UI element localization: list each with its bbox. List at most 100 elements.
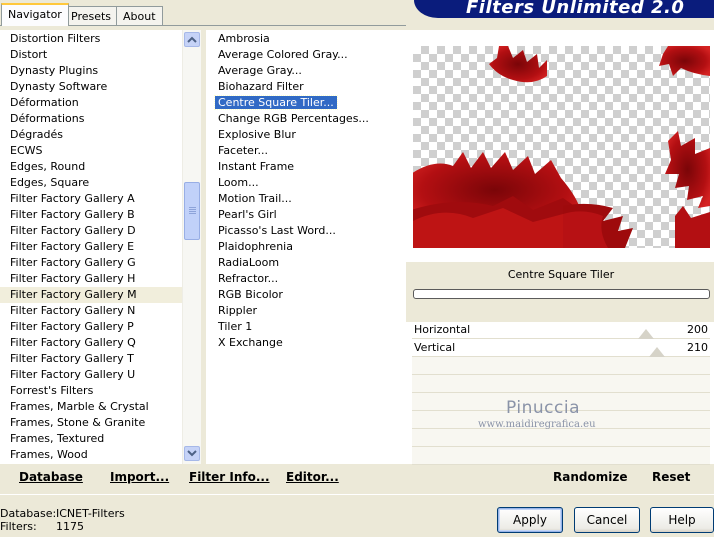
- category-item[interactable]: Filter Factory Gallery E: [0, 239, 182, 255]
- filter-item-label: X Exchange: [218, 336, 283, 349]
- filter-item[interactable]: X Exchange: [215, 335, 406, 351]
- watermark-site: www.maidiregrafica.eu: [478, 419, 596, 430]
- param-value: 210: [687, 341, 708, 354]
- status-database-label: Database:: [0, 507, 57, 520]
- filter-item[interactable]: Instant Frame: [215, 159, 406, 175]
- filter-info-button[interactable]: Filter Info...: [189, 470, 270, 484]
- chevron-down-icon: [187, 450, 197, 457]
- category-item[interactable]: Filter Factory Gallery N: [0, 303, 182, 319]
- category-item[interactable]: Forrest's Filters: [0, 383, 182, 399]
- tab-about[interactable]: About: [116, 6, 163, 25]
- status-database-value: ICNET-Filters: [56, 507, 125, 520]
- randomize-button[interactable]: Randomize: [553, 470, 627, 484]
- param-label: Vertical: [414, 341, 456, 354]
- category-item[interactable]: Filter Factory Gallery B: [0, 207, 182, 223]
- filter-item-label: Loom...: [218, 176, 259, 189]
- filter-list[interactable]: Ambrosia Average Colored Gray... Average G…: [206, 30, 406, 464]
- category-item[interactable]: Edges, Round: [0, 159, 182, 175]
- filter-item-label: Motion Trail...: [218, 192, 292, 205]
- slider-thumb-vertical[interactable]: [649, 347, 665, 357]
- category-list[interactable]: Distortion Filters Distort Dynasty Plugins…: [0, 30, 182, 464]
- filter-item[interactable]: Change RGB Percentages...: [215, 111, 406, 127]
- category-item[interactable]: Filter Factory Gallery M: [0, 287, 182, 303]
- import-button[interactable]: Import...: [110, 470, 169, 484]
- category-item[interactable]: Filter Factory Gallery G: [0, 255, 182, 271]
- filter-item-label: Explosive Blur: [218, 128, 296, 141]
- database-button[interactable]: Database: [19, 470, 83, 484]
- category-item[interactable]: Dynasty Software: [0, 79, 182, 95]
- category-item[interactable]: ECWS: [0, 143, 182, 159]
- slider-thumb-horizontal[interactable]: [638, 329, 654, 339]
- category-item[interactable]: Filter Factory Gallery T: [0, 351, 182, 367]
- param-row-empty: [412, 357, 710, 375]
- category-item[interactable]: Frames, Wood: [0, 447, 182, 463]
- category-item[interactable]: Filter Factory Gallery A: [0, 191, 182, 207]
- filter-item-label: Plaidophrenia: [218, 240, 293, 253]
- filter-item[interactable]: Explosive Blur: [215, 127, 406, 143]
- filter-item[interactable]: Centre Square Tiler...: [214, 95, 406, 111]
- filter-item[interactable]: Loom...: [215, 175, 406, 191]
- filter-item-label: Faceter...: [218, 144, 268, 157]
- filter-item[interactable]: Picasso's Last Word...: [215, 223, 406, 239]
- divider: [0, 494, 714, 495]
- app-title: Filters Unlimited 2.0: [466, 0, 685, 18]
- filter-item[interactable]: Rippler: [215, 303, 406, 319]
- filter-item-label: Change RGB Percentages...: [218, 112, 369, 125]
- filter-item[interactable]: RadiaLoom: [215, 255, 406, 271]
- reset-button[interactable]: Reset: [652, 470, 690, 484]
- filter-item-label: Ambrosia: [218, 32, 270, 45]
- cancel-button[interactable]: Cancel: [574, 507, 640, 533]
- filter-item[interactable]: Ambrosia: [215, 31, 406, 47]
- category-item[interactable]: Distortion Filters: [0, 31, 182, 47]
- tab-presets[interactable]: Presets: [64, 6, 119, 25]
- category-item[interactable]: Dégradés: [0, 127, 182, 143]
- filter-item[interactable]: Average Gray...: [215, 63, 406, 79]
- category-item[interactable]: Déformation: [0, 95, 182, 111]
- preview-image: [413, 46, 710, 248]
- tab-navigator[interactable]: Navigator: [1, 3, 69, 26]
- status-filters-count: 1175: [56, 520, 84, 533]
- scroll-up-button[interactable]: [184, 32, 200, 47]
- category-scrollbar[interactable]: [182, 30, 201, 464]
- preview-tiles: [413, 46, 710, 248]
- param-row-empty: [412, 375, 710, 393]
- filter-item[interactable]: Tiler 1: [215, 319, 406, 335]
- filter-item-label: Average Gray...: [218, 64, 302, 77]
- category-item[interactable]: Filter Factory Gallery U: [0, 367, 182, 383]
- param-row-empty: [412, 429, 710, 447]
- category-item[interactable]: Frames, Textured: [0, 431, 182, 447]
- filter-item-label: Average Colored Gray...: [218, 48, 348, 61]
- scroll-thumb[interactable]: [184, 182, 200, 240]
- category-item[interactable]: Edges, Square: [0, 175, 182, 191]
- category-item[interactable]: Filter Factory Gallery D: [0, 223, 182, 239]
- filter-item-label: Centre Square Tiler...: [214, 95, 338, 110]
- category-item[interactable]: Filter Factory Gallery H: [0, 271, 182, 287]
- category-item[interactable]: Frames, Marble & Crystal: [0, 399, 182, 415]
- scroll-down-button[interactable]: [184, 446, 200, 461]
- filter-item[interactable]: Motion Trail...: [215, 191, 406, 207]
- filter-item-label: RGB Bicolor: [218, 288, 283, 301]
- filter-item[interactable]: RGB Bicolor: [215, 287, 406, 303]
- help-button[interactable]: Help: [650, 507, 714, 533]
- filter-item-label: Pearl's Girl: [218, 208, 277, 221]
- filter-item[interactable]: Average Colored Gray...: [215, 47, 406, 63]
- filter-item-label: Picasso's Last Word...: [218, 224, 336, 237]
- apply-button[interactable]: Apply: [497, 507, 563, 533]
- param-value: 200: [687, 323, 708, 336]
- category-item[interactable]: Filter Factory Gallery Q: [0, 335, 182, 351]
- progress-bar: [413, 289, 710, 299]
- banner: Filters Unlimited 2.0: [414, 0, 714, 18]
- param-row-horizontal[interactable]: Horizontal 200: [412, 321, 710, 339]
- param-row-vertical[interactable]: Vertical 210: [412, 339, 710, 357]
- filter-item[interactable]: Plaidophrenia: [215, 239, 406, 255]
- category-item[interactable]: Filter Factory Gallery P: [0, 319, 182, 335]
- category-item[interactable]: Dynasty Plugins: [0, 63, 182, 79]
- filter-item[interactable]: Faceter...: [215, 143, 406, 159]
- category-item[interactable]: Distort: [0, 47, 182, 63]
- filter-item[interactable]: Biohazard Filter: [215, 79, 406, 95]
- editor-button[interactable]: Editor...: [286, 470, 339, 484]
- filter-item[interactable]: Pearl's Girl: [215, 207, 406, 223]
- filter-item[interactable]: Refractor...: [215, 271, 406, 287]
- category-item[interactable]: Frames, Stone & Granite: [0, 415, 182, 431]
- category-item[interactable]: Déformations: [0, 111, 182, 127]
